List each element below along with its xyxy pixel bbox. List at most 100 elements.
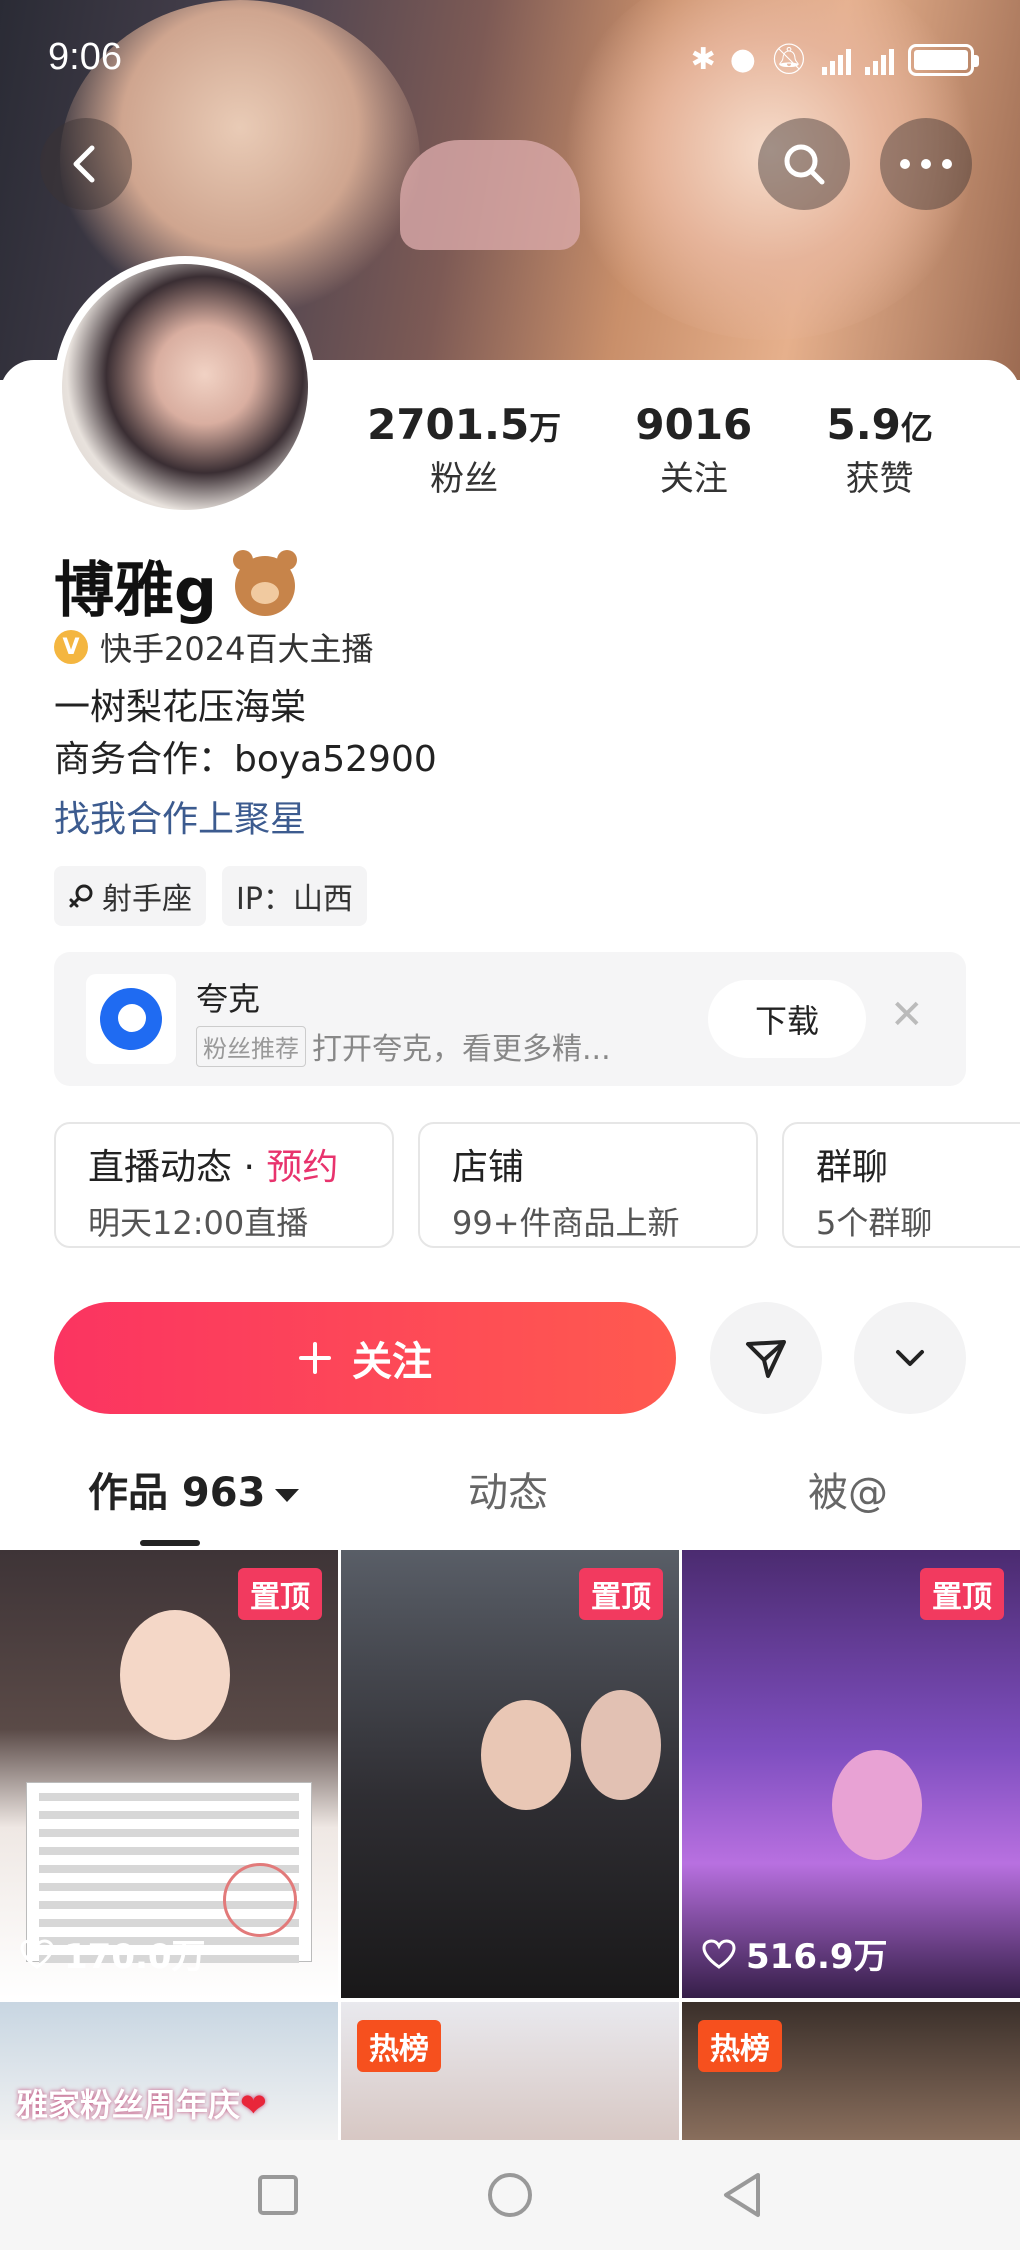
tab-works-label: 作品 963 [88,1470,266,1516]
tab-moments[interactable]: 动态 [468,1460,548,1518]
feature-cards: 直播动态 · 预约 明天12:00直播 店铺 99+件商品上新 群聊 5个群聊 [54,1122,1020,1248]
live-card-reserve: 预约 [266,1147,339,1188]
search-icon [784,144,825,185]
stat-likes-label: 获赞 [845,459,914,499]
thumbnail-face [832,1750,922,1860]
like-count-value: 170.0万 [64,1937,206,1977]
video-thumbnail[interactable]: 置顶 516.9万 [682,1550,1020,1998]
shop-card[interactable]: 店铺 99+件商品上新 [418,1122,758,1248]
home-circle-icon[interactable] [486,2171,534,2219]
group-chat-card[interactable]: 群聊 5个群聊 [782,1122,1020,1248]
verified-badge-icon: V [54,630,88,664]
pinned-badge: 置顶 [238,1568,322,1620]
teddy-bear-icon [232,549,297,616]
heart-emoji-icon: ❤ [240,2086,267,2124]
quark-logo-icon [86,974,176,1064]
signal-icon-2 [865,45,894,75]
thumbnail-face [120,1610,230,1740]
tag-zodiac: 射手座 [54,866,206,926]
active-tab-indicator [140,1540,200,1546]
cooperation-link[interactable]: 找我合作上聚星 [54,790,306,842]
follow-label: 关注 [352,1339,432,1385]
heart-icon [702,1938,736,1969]
hot-badge: 热榜 [357,2020,441,2072]
profile-name: 博雅g [54,556,217,626]
like-count-value: 516.9万 [746,1937,888,1977]
stat-likes-value: 5.9 [826,400,901,449]
stat-fans-unit: 万 [529,409,562,447]
thumbnail-face [581,1690,661,1800]
profile-stats: 2701.5万 粉丝 9016 关注 5.9亿 获赞 [330,400,970,500]
video-thumbnail[interactable]: 置顶 [341,1550,679,1998]
live-card-subtitle: 明天12:00直播 [88,1204,309,1242]
group-chat-card-subtitle: 5个群聊 [816,1204,933,1242]
male-symbol-icon [69,884,93,908]
stat-following-label: 关注 [659,459,728,499]
share-button[interactable] [710,1302,822,1414]
tag-ip-label: IP：山西 [236,882,353,917]
mute-icon: 🔕︎ [769,42,808,77]
pinned-badge: 置顶 [920,1568,1004,1620]
tag-zodiac-label: 射手座 [102,882,192,917]
back-triangle-icon[interactable] [720,2171,764,2219]
stat-following[interactable]: 9016 关注 [635,400,752,500]
recents-square-icon[interactable] [256,2173,300,2217]
thumbnail-caption: 雅家粉丝周年庆❤ [16,2086,267,2124]
tab-works[interactable]: 作品 963 [88,1460,300,1518]
status-icons: ✱ ● 🔕︎ [690,42,979,77]
bio-line-2: 商务合作：boya52900 [54,739,437,780]
tab-mentions[interactable]: 被@ [808,1460,888,1518]
stat-following-value: 9016 [635,400,753,449]
stat-fans-value: 2701.5 [367,400,530,449]
like-count: 516.9万 [702,1929,888,1978]
shop-card-title: 店铺 [452,1147,525,1188]
stat-fans[interactable]: 2701.5万 粉丝 [367,400,561,500]
video-thumbnail[interactable]: 热榜 [341,2002,679,2142]
app-promo-card[interactable]: 夸克 粉丝推荐 打开夸克，看更多精... 下载 ✕ [54,952,966,1086]
avatar-image [62,264,308,510]
heart-icon [20,1938,54,1969]
video-thumbnail[interactable]: 雅家粉丝周年庆❤ [0,2002,338,2142]
status-time: 9:06 [48,36,122,78]
video-grid: 置顶 170.0万 置顶 置顶 516.9万 雅家粉丝周年庆❤ 热榜 热榜 [0,1550,1020,2142]
promo-badge: 粉丝推荐 [196,1025,306,1067]
stat-likes[interactable]: 5.9亿 获赞 [826,400,932,500]
tag-ip: IP：山西 [222,866,367,926]
more-horizontal-icon [900,159,952,169]
profile-page: 9:06 ✱ ● 🔕︎ 2701.5万 粉丝 9016 关注 5.9亿 获赞 博… [0,0,1020,2250]
plus-icon [299,1342,331,1374]
bio: 一树梨花压海棠 商务合作：boya52900 [54,682,437,786]
close-icon[interactable]: ✕ [890,992,924,1038]
like-count: 170.0万 [20,1929,206,1978]
verification-row[interactable]: V 快手2024百大主播 [54,624,373,670]
signal-icon [822,45,851,75]
thumbnail-face [481,1700,571,1810]
live-card-title: 直播动态 [88,1147,233,1188]
hot-badge: 热榜 [698,2020,782,2072]
stat-likes-unit: 亿 [900,409,933,447]
follow-button[interactable]: 关注 [54,1302,676,1414]
promo-description: 打开夸克，看更多精... [312,1032,611,1067]
profile-name-row: 博雅g [54,542,297,629]
promo-app-name: 夸克 [196,980,261,1018]
system-nav-bar [0,2140,1020,2250]
expand-button[interactable] [854,1302,966,1414]
bio-line-1: 一树梨花压海棠 [54,687,307,728]
video-thumbnail[interactable]: 热榜 [682,2002,1020,2142]
location-icon: ● [729,42,756,77]
dropdown-triangle-icon [275,1488,300,1502]
bluetooth-icon: ✱ [690,42,716,77]
avatar[interactable] [54,256,316,518]
stat-fans-label: 粉丝 [430,459,499,499]
back-button[interactable] [40,118,132,210]
live-card[interactable]: 直播动态 · 预约 明天12:00直播 [54,1122,394,1248]
search-button[interactable] [758,118,850,210]
video-thumbnail[interactable]: 置顶 170.0万 [0,1550,338,1998]
promo-subtitle: 粉丝推荐 打开夸克，看更多精... [196,1024,611,1068]
download-button[interactable]: 下载 [708,980,866,1058]
battery-icon [908,43,979,76]
group-chat-card-title: 群聊 [816,1147,889,1188]
chevron-down-icon [896,1350,924,1366]
more-button[interactable] [880,118,972,210]
cover-car [400,140,580,250]
